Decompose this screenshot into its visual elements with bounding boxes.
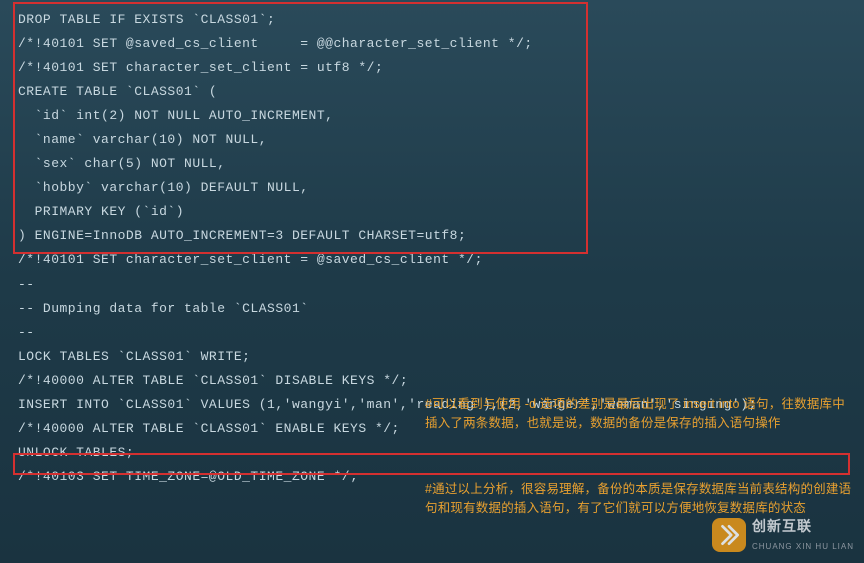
code-line: `id` int(2) NOT NULL AUTO_INCREMENT, [18,104,846,128]
code-line: -- [18,321,846,345]
code-line: /*!40000 ALTER TABLE `CLASS01` DISABLE K… [18,369,846,393]
code-line: -- [18,273,846,297]
code-line: LOCK TABLES `CLASS01` WRITE; [18,345,846,369]
code-line: `hobby` varchar(10) DEFAULT NULL, [18,176,846,200]
annotation-backup-explanation: #通过以上分析，很容易理解，备份的本质是保存数据库当前表结构的创建语句和现有数据… [425,480,855,518]
watermark-text: 创新互联 CHUANG XIN HU LIAN [752,514,854,555]
code-line: ) ENGINE=InnoDB AUTO_INCREMENT=3 DEFAULT… [18,224,846,248]
watermark-text-en: CHUANG XIN HU LIAN [752,540,854,555]
watermark: 创新互联 CHUANG XIN HU LIAN [712,514,854,555]
code-line: /*!40101 SET @saved_cs_client = @@charac… [18,32,846,56]
code-line: DROP TABLE IF EXISTS `CLASS01`; [18,8,846,32]
code-line: /*!40101 SET character_set_client = @sav… [18,248,846,272]
code-line: PRIMARY KEY (`id`) [18,200,846,224]
code-line: CREATE TABLE `CLASS01` ( [18,80,846,104]
code-line: -- Dumping data for table `CLASS01` [18,297,846,321]
watermark-text-cn: 创新互联 [752,514,854,540]
code-line: /*!40101 SET character_set_client = utf8… [18,56,846,80]
watermark-logo-icon [712,518,746,552]
code-line: UNLOCK TABLES; [18,441,846,465]
code-line: `sex` char(5) NOT NULL, [18,152,846,176]
annotation-insert-explanation: #可以看到与使用 -d 选项的差别是最后出现了 insert into 语句，往… [425,395,855,433]
code-line: `name` varchar(10) NOT NULL, [18,128,846,152]
